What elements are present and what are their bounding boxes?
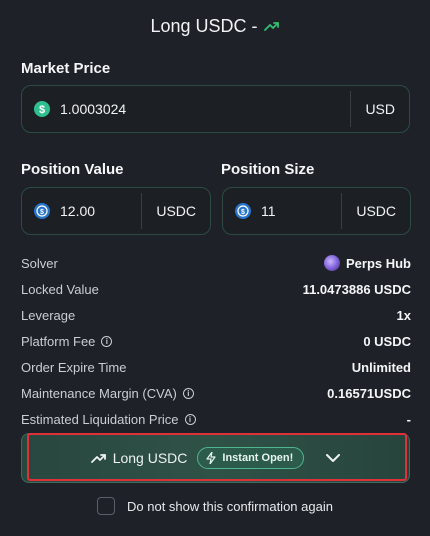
perps-hub-icon <box>323 255 340 271</box>
position-size-label: Position Size <box>221 161 315 178</box>
detail-row-maintenance-margin: Maintenance Margin (CVA) i 0.16571USDC <box>21 380 411 406</box>
svg-text:$: $ <box>241 209 245 216</box>
detail-value: 11.0473886 USDC <box>302 281 411 297</box>
lightning-icon <box>206 452 217 464</box>
detail-row-locked-value: Locked Value 11.0473886 USDC <box>21 276 411 302</box>
confirm-text: Do not show this confirmation again <box>127 498 333 514</box>
info-icon[interactable]: i <box>182 387 194 399</box>
detail-row-liquidation-price: Estimated Liquidation Price i - <box>21 406 411 432</box>
market-price-unit: USD <box>365 101 395 117</box>
market-price-field[interactable]: $ 1.0003024 USD <box>21 85 410 133</box>
detail-key: Estimated Liquidation Price <box>21 411 179 427</box>
position-value-unit: USDC <box>156 203 196 219</box>
detail-row-platform-fee: Platform Fee i 0 USDC <box>21 328 411 354</box>
info-icon[interactable]: i <box>184 413 196 425</box>
cta-label: Long USDC <box>112 450 188 466</box>
position-size-input[interactable]: 11 <box>261 203 341 219</box>
detail-key: Leverage <box>21 307 76 323</box>
usdc-icon: $ <box>34 203 50 219</box>
detail-key: Maintenance Margin (CVA) <box>21 385 177 401</box>
trend-up-icon <box>263 20 280 32</box>
trend-up-icon <box>90 452 107 464</box>
detail-value: 1x <box>396 307 411 323</box>
detail-value: - <box>406 411 411 427</box>
detail-row-order-expire-time: Order Expire Time Unlimited <box>21 354 411 380</box>
position-size-unit: USDC <box>356 203 396 219</box>
market-price-value[interactable]: 1.0003024 <box>60 101 350 117</box>
long-usdc-button[interactable]: Long USDC Instant Open! <box>21 433 410 483</box>
svg-text:$: $ <box>39 104 45 116</box>
detail-value: 0 USDC <box>363 333 411 349</box>
badge-text: Instant Open! <box>222 452 294 464</box>
detail-row-solver: Solver Perps Hub <box>21 250 411 276</box>
dollar-coin-icon: $ <box>34 101 50 117</box>
position-value-input[interactable]: 12.00 <box>60 203 141 219</box>
detail-row-leverage: Leverage 1x <box>21 302 411 328</box>
usdc-icon: $ <box>235 203 251 219</box>
detail-key: Solver <box>21 255 58 271</box>
chevron-down-icon[interactable] <box>326 453 341 463</box>
position-value-label: Position Value <box>21 161 124 178</box>
detail-value: 0.16571USDC <box>327 385 411 401</box>
detail-key: Order Expire Time <box>21 359 127 375</box>
position-size-field[interactable]: $ 11 USDC <box>222 187 411 235</box>
detail-value: Unlimited <box>351 359 411 375</box>
detail-key: Platform Fee <box>21 333 96 349</box>
confirm-option[interactable]: Do not show this confirmation again <box>97 497 333 515</box>
detail-value: Perps Hub <box>345 255 411 271</box>
dialog-title: Long USDC - <box>0 14 430 38</box>
title-text: Long USDC - <box>150 15 258 36</box>
info-icon[interactable]: i <box>101 335 113 347</box>
details-list: Solver Perps Hub Locked Value 11.0473886… <box>21 250 411 432</box>
confirm-checkbox[interactable] <box>97 497 115 515</box>
position-value-field[interactable]: $ 12.00 USDC <box>21 187 211 235</box>
svg-text:$: $ <box>40 209 44 216</box>
market-price-label: Market Price <box>21 60 111 77</box>
detail-key: Locked Value <box>21 281 99 297</box>
instant-open-badge: Instant Open! <box>197 447 305 469</box>
